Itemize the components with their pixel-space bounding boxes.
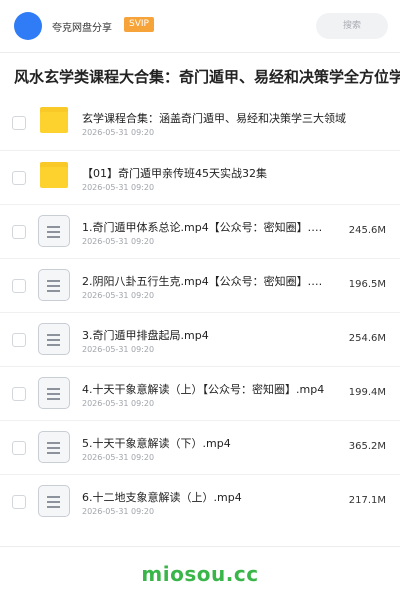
item-name: 【01】奇门遁甲亲传班45天实战32集: [82, 167, 267, 180]
avatar[interactable]: [14, 12, 42, 40]
item-date: 2026-05-31 09:20: [82, 399, 155, 408]
item-date: 2026-05-31 09:20: [82, 507, 155, 516]
document-icon: [38, 215, 70, 247]
select-checkbox[interactable]: [12, 279, 26, 293]
document-icon: [38, 485, 70, 517]
item-size: 217.1M: [348, 495, 386, 506]
footer-divider: [0, 546, 400, 547]
list-item-file[interactable]: 4.十天干象意解读（上）【公众号：密知圈】.mp4 2026-05-31 09:…: [0, 366, 400, 420]
search-button[interactable]: 搜索: [316, 13, 388, 39]
file-share-page: 夸克网盘分享 SVIP 搜索 风水玄学类课程大合集：奇门遁甲、易经和决策学全方位…: [0, 0, 400, 600]
item-date: 2026-05-31 09:20: [82, 128, 155, 137]
item-date: 2026-05-31 09:20: [82, 183, 155, 192]
folder-title: 风水玄学类课程大合集：奇门遁甲、易经和决策学全方位学: [14, 68, 400, 86]
document-icon: [38, 323, 70, 355]
select-checkbox[interactable]: [12, 225, 26, 239]
item-name: 6.十二地支象意解读（上）.mp4: [82, 491, 242, 504]
item-name: 玄学课程合集：涵盖奇门遁甲、易经和决策学三大领域: [82, 112, 346, 125]
select-checkbox[interactable]: [12, 333, 26, 347]
select-checkbox[interactable]: [12, 387, 26, 401]
folder-icon: [40, 107, 68, 133]
item-size: 254.6M: [348, 333, 386, 344]
list-item-file[interactable]: 3.奇门遁甲排盘起局.mp4 2026-05-31 09:20 254.6M: [0, 312, 400, 366]
svip-badge: SVIP: [124, 17, 154, 32]
select-checkbox[interactable]: [12, 116, 26, 130]
item-name: 2.阴阳八卦五行生克.mp4【公众号：密知圈】.mp4: [82, 275, 332, 288]
item-date: 2026-05-31 09:20: [82, 453, 155, 462]
account-name: 夸克网盘分享: [52, 23, 112, 34]
item-size: 245.6M: [348, 225, 386, 236]
item-size: 196.5M: [348, 279, 386, 290]
item-name: 5.十天干象意解读（下）.mp4: [82, 437, 231, 450]
item-date: 2026-05-31 09:20: [82, 291, 155, 300]
file-list: 玄学课程合集：涵盖奇门遁甲、易经和决策学三大领域 2026-05-31 09:2…: [0, 96, 400, 528]
header: 夸克网盘分享 SVIP 搜索: [0, 0, 400, 52]
item-date: 2026-05-31 09:20: [82, 345, 155, 354]
item-date: 2026-05-31 09:20: [82, 237, 155, 246]
list-item-file[interactable]: 5.十天干象意解读（下）.mp4 2026-05-31 09:20 365.2M: [0, 420, 400, 474]
list-item-file[interactable]: 1.奇门遁甲体系总论.mp4【公众号：密知圈】.mp4 2026-05-31 0…: [0, 204, 400, 258]
list-item-file[interactable]: 6.十二地支象意解读（上）.mp4 2026-05-31 09:20 217.1…: [0, 474, 400, 528]
folder-icon: [40, 162, 68, 188]
item-size: 199.4M: [348, 387, 386, 398]
item-name: 1.奇门遁甲体系总论.mp4【公众号：密知圈】.mp4: [82, 221, 332, 234]
watermark: miosou.cc: [141, 562, 259, 586]
list-item-folder[interactable]: 玄学课程合集：涵盖奇门遁甲、易经和决策学三大领域 2026-05-31 09:2…: [0, 96, 400, 150]
select-checkbox[interactable]: [12, 171, 26, 185]
document-icon: [38, 377, 70, 409]
select-checkbox[interactable]: [12, 495, 26, 509]
document-icon: [38, 269, 70, 301]
list-item-folder[interactable]: 【01】奇门遁甲亲传班45天实战32集 2026-05-31 09:20: [0, 150, 400, 204]
header-divider: [0, 52, 400, 53]
select-checkbox[interactable]: [12, 441, 26, 455]
item-name: 3.奇门遁甲排盘起局.mp4: [82, 329, 209, 342]
item-name: 4.十天干象意解读（上）【公众号：密知圈】.mp4: [82, 383, 325, 396]
item-size: 365.2M: [348, 441, 386, 452]
list-item-file[interactable]: 2.阴阳八卦五行生克.mp4【公众号：密知圈】.mp4 2026-05-31 0…: [0, 258, 400, 312]
document-icon: [38, 431, 70, 463]
